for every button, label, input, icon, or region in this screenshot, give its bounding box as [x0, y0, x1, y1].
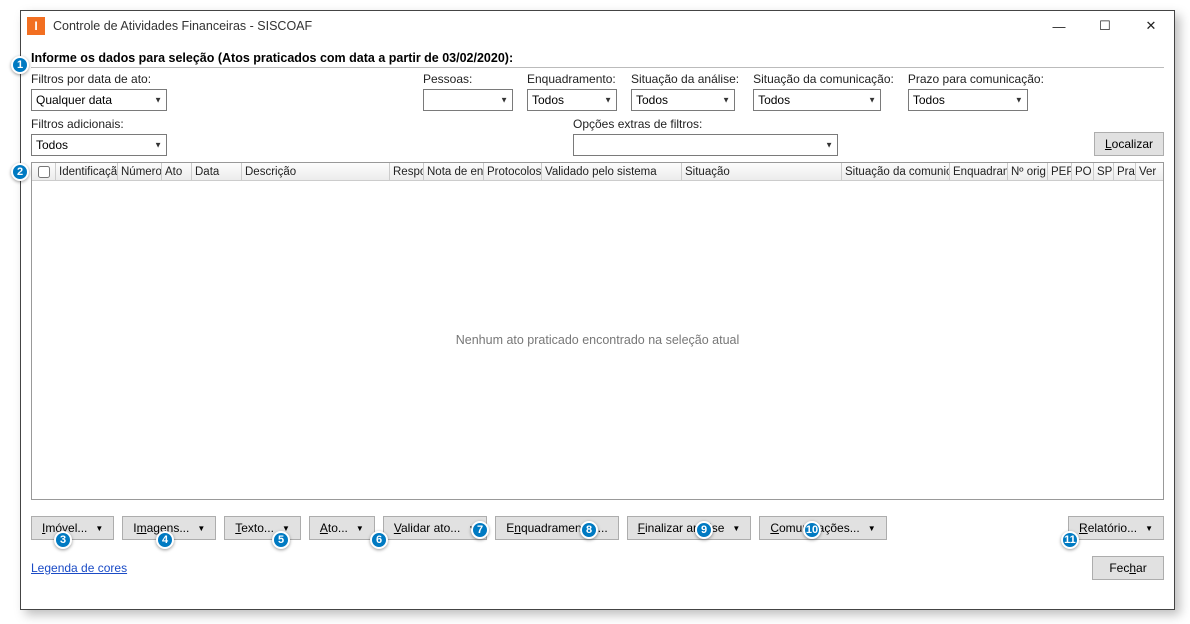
- hint-balloon-9: 9: [695, 521, 713, 539]
- filter-pessoas-select[interactable]: [423, 89, 513, 111]
- hint-balloon-8: 8: [580, 521, 598, 539]
- comunicacoes-button[interactable]: Comunicações...▼: [759, 516, 886, 540]
- filter-enquadramento-label: Enquadramento:: [527, 72, 617, 86]
- hint-balloon-2: 2: [11, 163, 29, 181]
- chevron-down-icon: ▼: [1145, 524, 1153, 533]
- filter-data-ato-label: Filtros por data de ato:: [31, 72, 167, 86]
- grid-col-sp[interactable]: SP: [1094, 163, 1114, 180]
- filter-sit-analise-label: Situação da análise:: [631, 72, 739, 86]
- chevron-down-icon: ▼: [356, 524, 364, 533]
- chevron-down-icon: ▼: [868, 524, 876, 533]
- maximize-button[interactable]: ☐: [1082, 11, 1128, 41]
- grid-col-pep[interactable]: PEP: [1048, 163, 1072, 180]
- select-all-checkbox[interactable]: [38, 166, 50, 178]
- grid-col-data[interactable]: Data: [192, 163, 242, 180]
- relatorio-button[interactable]: Relatório...▼: [1068, 516, 1164, 540]
- hint-balloon-7: 7: [471, 521, 489, 539]
- finalizar-analise-button[interactable]: Finalizar análise▼: [627, 516, 752, 540]
- hint-balloon-3: 3: [54, 531, 72, 549]
- app-icon: I: [27, 17, 45, 35]
- grid-col-situacao[interactable]: Situação: [682, 163, 842, 180]
- hint-balloon-5: 5: [272, 531, 290, 549]
- filter-sit-comunicacao-select[interactable]: Todos: [753, 89, 881, 111]
- hint-balloon-10: 10: [803, 521, 821, 539]
- grid-col-ato[interactable]: Ato: [162, 163, 192, 180]
- close-button[interactable]: ✕: [1128, 11, 1174, 41]
- grid-col-sit-comunic[interactable]: Situação da comunica: [842, 163, 950, 180]
- section-heading: Informe os dados para seleção (Atos prat…: [31, 51, 1164, 68]
- grid-col-protocolos[interactable]: Protocolos: [484, 163, 542, 180]
- grid-col-ver[interactable]: Ver: [1136, 163, 1158, 180]
- fechar-button[interactable]: Fechar: [1092, 556, 1164, 580]
- grid-col-nota-ent[interactable]: Nota de ent: [424, 163, 484, 180]
- grid-col-respo[interactable]: Respo: [390, 163, 424, 180]
- ato-button[interactable]: Ato...▼: [309, 516, 375, 540]
- grid-col-checkbox[interactable]: [32, 163, 56, 180]
- filter-prazo-select[interactable]: Todos: [908, 89, 1028, 111]
- window-title: Controle de Atividades Financeiras - SIS…: [53, 19, 1036, 33]
- results-grid: Identificação Número Ato Data Descrição …: [31, 162, 1164, 500]
- app-window: 1 2 3 4 5 6 7 8 9 10 11 I Controle de At…: [20, 10, 1175, 610]
- filter-extras-select[interactable]: [573, 134, 838, 156]
- hint-balloon-6: 6: [370, 531, 388, 549]
- hint-balloon-1: 1: [11, 56, 29, 74]
- grid-col-descricao[interactable]: Descrição: [242, 163, 390, 180]
- hint-balloon-11: 11: [1061, 531, 1079, 549]
- minimize-button[interactable]: —: [1036, 11, 1082, 41]
- filter-enquadramento-select[interactable]: Todos: [527, 89, 617, 111]
- filter-data-ato-select[interactable]: Qualquer data: [31, 89, 167, 111]
- grid-col-validado[interactable]: Validado pelo sistema: [542, 163, 682, 180]
- grid-col-po[interactable]: PO: [1072, 163, 1094, 180]
- hint-balloon-4: 4: [156, 531, 174, 549]
- filter-sit-comunicacao-label: Situação da comunicação:: [753, 72, 894, 86]
- filter-adicionais-label: Filtros adicionais:: [31, 117, 167, 131]
- chevron-down-icon: ▼: [197, 524, 205, 533]
- grid-header: Identificação Número Ato Data Descrição …: [32, 163, 1163, 181]
- chevron-down-icon: ▼: [95, 524, 103, 533]
- enquadramentos-button[interactable]: Enquadramentos...: [495, 516, 618, 540]
- legenda-cores-link[interactable]: Legenda de cores: [31, 561, 127, 575]
- grid-col-n-orig[interactable]: Nº orig: [1008, 163, 1048, 180]
- imovel-button[interactable]: Imóvel...▼: [31, 516, 114, 540]
- chevron-down-icon: ▼: [732, 524, 740, 533]
- grid-col-identificacao[interactable]: Identificação: [56, 163, 118, 180]
- grid-col-enquadram[interactable]: Enquadram: [950, 163, 1008, 180]
- filter-prazo-label: Prazo para comunicação:: [908, 72, 1044, 86]
- filter-sit-analise-select[interactable]: Todos: [631, 89, 735, 111]
- grid-col-pra[interactable]: Pra: [1114, 163, 1136, 180]
- filter-extras-label: Opções extras de filtros:: [573, 117, 838, 131]
- title-bar: I Controle de Atividades Financeiras - S…: [21, 11, 1174, 41]
- filter-pessoas-label: Pessoas:: [423, 72, 513, 86]
- localizar-button[interactable]: Localizar: [1094, 132, 1164, 156]
- grid-empty-message: Nenhum ato praticado encontrado na seleç…: [32, 181, 1163, 499]
- filter-adicionais-select[interactable]: Todos: [31, 134, 167, 156]
- grid-col-numero[interactable]: Número: [118, 163, 162, 180]
